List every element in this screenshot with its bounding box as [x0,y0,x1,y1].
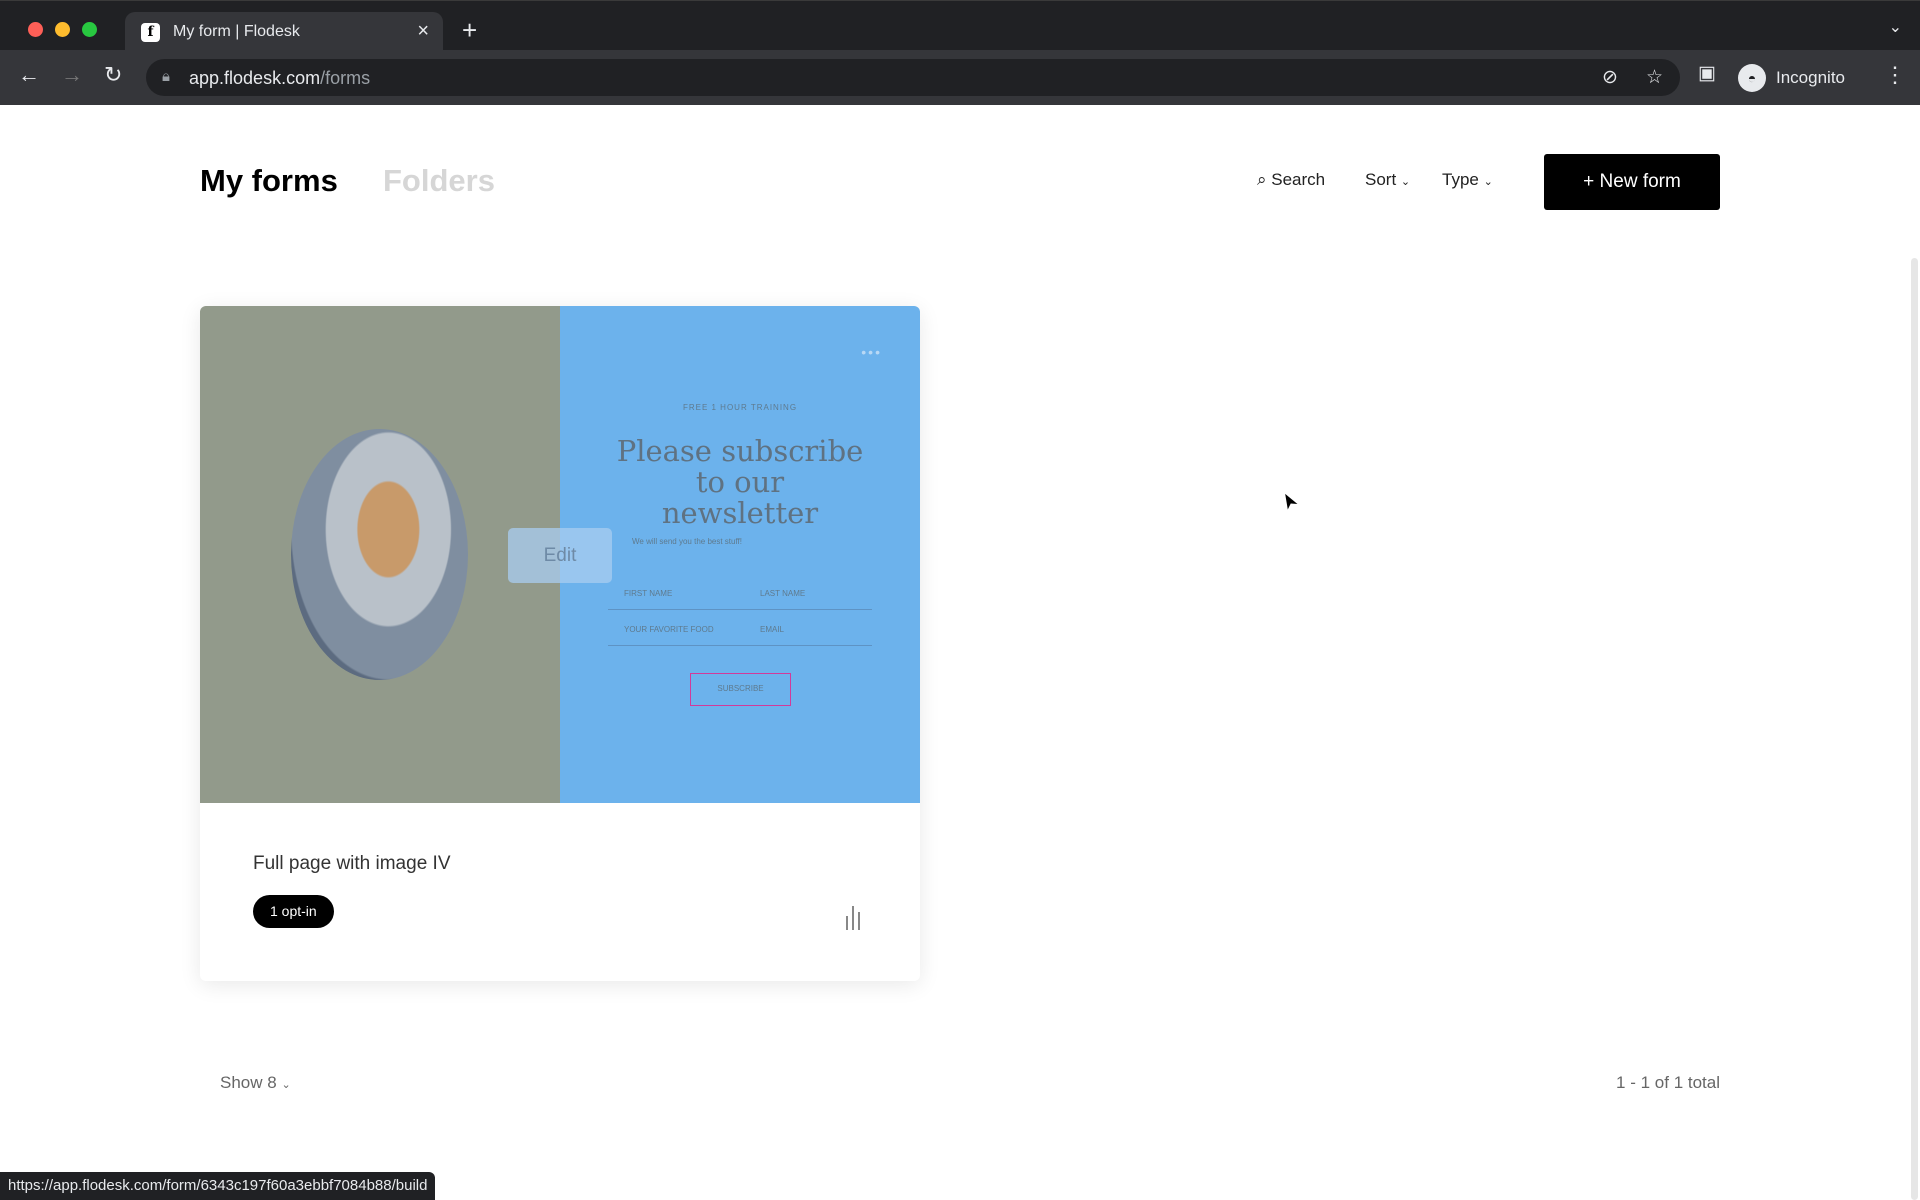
back-icon[interactable]: ← [18,62,40,88]
close-tab-icon[interactable]: × [417,20,429,43]
maximize-window-button[interactable] [82,22,97,37]
tracking-eye-off-icon[interactable]: ⊘ [1602,66,1618,89]
more-options-icon[interactable]: ••• [861,344,882,360]
browser-tab-bar: f My form | Flodesk × + ⌄ [0,0,1920,51]
opt-in-badge: 1 opt-in [253,895,334,928]
url-text: app.flodesk.com/forms [189,68,370,89]
preview-subtext: We will send you the best stuff! [632,537,742,546]
type-dropdown[interactable]: Type ⌄ [1442,170,1493,190]
tab-my-forms[interactable]: My forms [200,163,338,199]
form-card[interactable]: ••• FREE 1 HOUR TRAINING Please subscrib… [200,306,920,981]
status-bar-url: https://app.flodesk.com/form/6343c197f60… [0,1172,436,1200]
edit-button[interactable]: Edit [508,528,612,583]
side-panel-icon[interactable]: ▣ [1698,62,1716,85]
preview-food: YOUR FAVORITE FOOD [624,625,714,634]
lock-icon: 🔒︎ [162,68,170,85]
flodesk-favicon-icon: f [141,23,160,42]
bookmark-star-icon[interactable]: ☆ [1646,66,1663,89]
incognito-indicator[interactable]: ◓ Incognito [1738,59,1845,96]
form-name[interactable]: Full page with image IV [253,853,451,875]
preview-email: EMAIL [760,625,785,634]
search-button[interactable]: ⌕ Search [1257,170,1325,190]
pagination-summary: 1 - 1 of 1 total [1616,1073,1720,1092]
minimize-window-button[interactable] [55,22,70,37]
forward-icon[interactable]: → [61,62,83,88]
search-label: Search [1271,170,1326,189]
tab-folders[interactable]: Folders [383,163,495,199]
search-icon: ⌕ [1257,170,1267,189]
preview-image-panel [200,306,560,803]
chevron-down-icon: ⌄ [1483,176,1493,188]
preview-first-name: FIRST NAME [624,589,673,598]
browser-toolbar: ← → ↻ 🔒︎ app.flodesk.com/forms ⊘ ☆ ▣ ◓ In… [0,50,1920,105]
tab-search-chevron-icon[interactable]: ⌄ [1889,17,1902,37]
reload-icon[interactable]: ↻ [104,62,122,88]
address-bar[interactable]: 🔒︎ app.flodesk.com/forms ⊘ ☆ [146,59,1680,96]
sort-label: Sort [1365,170,1397,189]
form-preview[interactable]: ••• FREE 1 HOUR TRAINING Please subscrib… [200,306,920,803]
menu-kebab-icon[interactable]: ⋮ [1884,62,1906,88]
new-form-button[interactable]: + New form [1544,154,1720,210]
incognito-icon: ◓ [1738,63,1766,92]
tab-title: My form | Flodesk [173,23,300,40]
url-host: app.flodesk.com [189,68,321,88]
show-label: Show 8 [220,1073,277,1092]
chevron-down-icon: ⌄ [281,1079,291,1091]
new-tab-icon[interactable]: + [462,15,477,46]
profile-label: Incognito [1776,67,1845,87]
preview-heading: Please subscribe to our newsletter [616,434,864,530]
divider [608,609,872,610]
show-per-page-dropdown[interactable]: Show 8 ⌄ [220,1073,291,1093]
preview-subscribe-button: SUBSCRIBE [690,673,791,706]
browser-tab[interactable]: f My form | Flodesk × [125,12,443,51]
chevron-down-icon: ⌄ [1400,176,1411,188]
divider [608,645,872,646]
type-label: Type [1442,170,1479,189]
preview-last-name: LAST NAME [760,589,806,598]
chair-table-photo [291,429,468,680]
stats-bar-chart-icon[interactable] [844,904,864,930]
mouse-cursor-icon: ➤ [1275,488,1303,515]
close-window-button[interactable] [28,22,43,37]
preview-form-panel: ••• FREE 1 HOUR TRAINING Please subscrib… [560,306,920,803]
scrollbar[interactable] [1911,258,1918,1200]
preview-kicker: FREE 1 HOUR TRAINING [682,403,798,412]
sort-dropdown[interactable]: Sort ⌄ [1365,170,1410,190]
url-path: /forms [320,68,371,88]
